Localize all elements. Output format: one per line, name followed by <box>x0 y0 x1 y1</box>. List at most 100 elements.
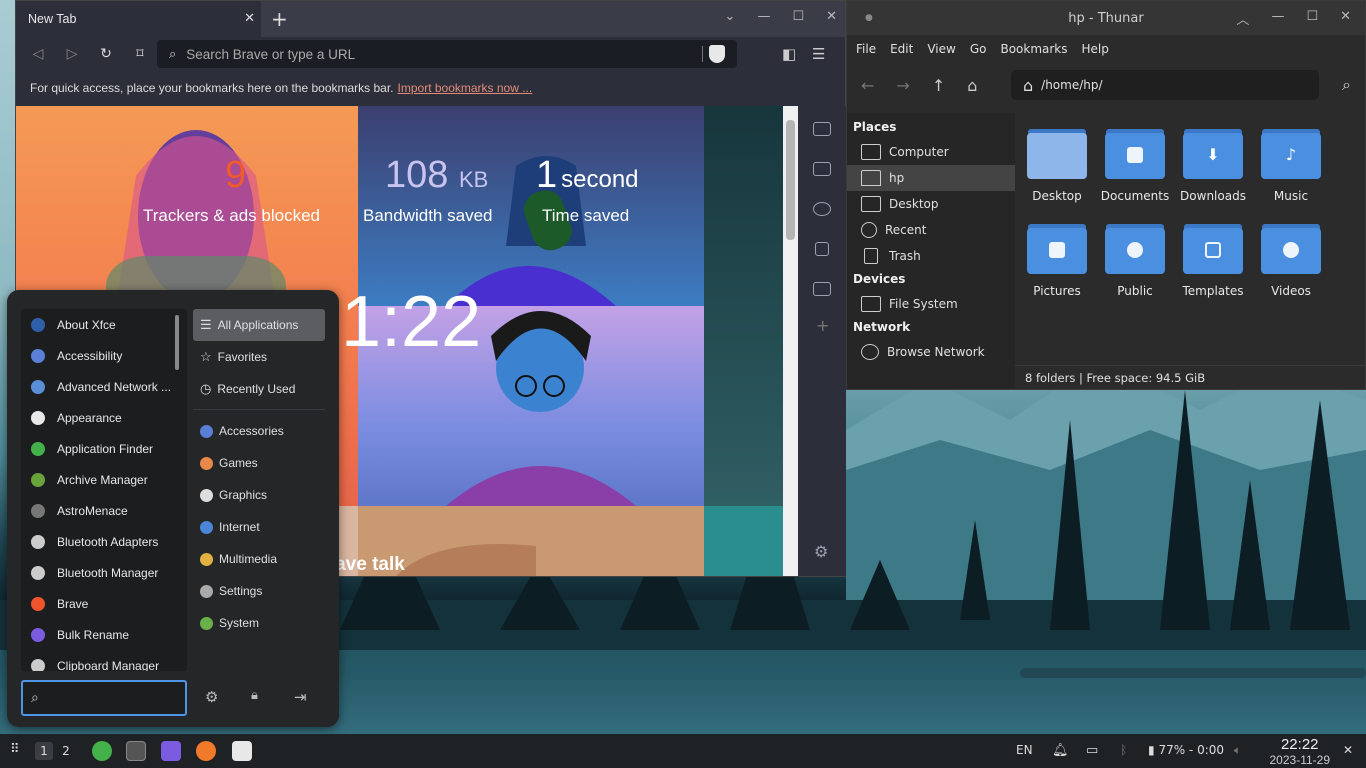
tab-new-tab[interactable]: New Tab ✕ <box>16 1 261 37</box>
sidebar-item-browse-network[interactable]: Browse Network <box>847 339 1015 365</box>
app-item[interactable]: AstroMenace <box>21 495 187 526</box>
close-session-x-icon[interactable]: ✕ <box>1343 743 1353 757</box>
settings-gear-icon[interactable]: ⚙ <box>205 688 218 706</box>
terminal-icon[interactable] <box>126 741 146 761</box>
app-finder-icon[interactable] <box>92 741 112 761</box>
app-item[interactable]: Appearance <box>21 402 187 433</box>
folder-documents[interactable]: Documents <box>1096 133 1174 203</box>
sidebar-item-hp[interactable]: hp <box>847 165 1015 191</box>
notification-bell-icon[interactable]: 🔔︎ <box>1052 743 1069 758</box>
import-bookmarks-link[interactable]: Import bookmarks now ... <box>398 81 533 95</box>
sidebar-item-computer[interactable]: Computer <box>847 139 1015 165</box>
app-list-scrollbar[interactable] <box>175 315 179 370</box>
sidebar-item-desktop[interactable]: Desktop <box>847 191 1015 217</box>
app-item[interactable]: Archive Manager <box>21 464 187 495</box>
log-out-icon[interactable]: ⇥ <box>294 688 307 706</box>
workspace-2[interactable]: 2 <box>57 742 75 760</box>
battery-indicator[interactable]: ▮ 77% - 0:00 <box>1148 743 1224 757</box>
menu-edit[interactable]: Edit <box>890 42 913 56</box>
folder-public[interactable]: Public <box>1096 228 1174 298</box>
close-tab-icon[interactable]: ✕ <box>244 11 255 26</box>
app-item[interactable]: Bluetooth Adapters <box>21 526 187 557</box>
page-scrollbar[interactable] <box>783 106 798 576</box>
category-settings[interactable]: Settings <box>193 575 325 607</box>
sidebar-toggle-icon[interactable]: ◧ <box>782 45 796 63</box>
category-multimedia[interactable]: Multimedia <box>193 543 325 575</box>
brave-shields-icon[interactable] <box>709 45 725 63</box>
category-accessories[interactable]: Accessories <box>193 415 325 447</box>
maximize-icon[interactable]: ☐ <box>792 9 804 24</box>
brave-talk-icon[interactable] <box>813 122 831 136</box>
app-item[interactable]: About Xfce <box>21 309 187 340</box>
keyboard-layout[interactable]: EN <box>1016 743 1033 757</box>
new-tab-plus-icon[interactable]: + <box>271 9 288 29</box>
add-sidebar-item-icon[interactable]: + <box>816 316 829 335</box>
folder-downloads[interactable]: ⬇ Downloads <box>1174 133 1252 203</box>
display-icon[interactable]: ▭ <box>1086 743 1098 758</box>
workspace-1[interactable]: 1 <box>35 742 53 760</box>
folder-templates[interactable]: Templates <box>1174 228 1252 298</box>
shade-icon[interactable]: ︿ <box>1236 9 1249 28</box>
sidebar-item-file-system[interactable]: File System <box>847 291 1015 317</box>
app-item[interactable]: Advanced Network ... <box>21 371 187 402</box>
sidebar-item-recent[interactable]: Recent <box>847 217 1015 243</box>
up-arrow-icon[interactable]: ↑ <box>932 76 945 95</box>
folder-music[interactable]: ♪ Music <box>1252 133 1330 203</box>
category-all-applications[interactable]: ☰ All Applications <box>193 309 325 341</box>
sidebar-item-trash[interactable]: Trash <box>847 243 1015 269</box>
category-games[interactable]: Games <box>193 447 325 479</box>
app-item[interactable]: Clipboard Manager <box>21 650 187 671</box>
sidebar-settings-gear-icon[interactable]: ⚙ <box>814 542 828 561</box>
file-manager-icon[interactable] <box>161 741 181 761</box>
menu-go[interactable]: Go <box>970 42 987 56</box>
forward-icon[interactable]: ▷ <box>64 46 80 62</box>
maximize-icon[interactable]: ☐ <box>1306 9 1318 28</box>
close-window-icon[interactable]: ✕ <box>1340 9 1351 28</box>
category-favorites[interactable]: ☆ Favorites <box>193 341 325 373</box>
reload-icon[interactable]: ↻ <box>98 46 114 62</box>
category-internet[interactable]: Internet <box>193 511 325 543</box>
category-system[interactable]: System <box>193 607 325 639</box>
url-input[interactable] <box>186 46 667 62</box>
back-arrow-icon[interactable]: ← <box>861 76 874 95</box>
clock[interactable]: 22:22 2023-11-29 <box>1270 736 1331 767</box>
minimize-icon[interactable]: — <box>1271 9 1284 28</box>
lock-screen-icon[interactable]: 🔒︎ <box>251 688 258 703</box>
menu-bookmarks[interactable]: Bookmarks <box>1000 42 1067 56</box>
home-icon[interactable]: ⌂ <box>967 76 977 95</box>
window-menu-dot-icon[interactable]: ● <box>865 13 873 23</box>
menu-file[interactable]: File <box>856 42 876 56</box>
menu-search-field[interactable]: ⌕ <box>21 680 187 716</box>
wallet-icon[interactable] <box>813 162 831 176</box>
tab-list-chevron-icon[interactable]: ⌄ <box>725 9 736 24</box>
app-item[interactable]: Bluetooth Manager <box>21 557 187 588</box>
reading-list-icon[interactable] <box>813 282 831 296</box>
forward-arrow-icon[interactable]: → <box>896 76 909 95</box>
firefox-icon[interactable] <box>196 741 216 761</box>
menu-help[interactable]: Help <box>1082 42 1109 56</box>
hamburger-menu-icon[interactable]: ☰ <box>812 45 825 63</box>
app-menu-grid-icon[interactable]: ⠿ <box>10 742 20 757</box>
minimize-icon[interactable]: — <box>757 9 770 24</box>
location-bar[interactable]: ⌂ <box>1011 70 1319 100</box>
back-icon[interactable]: ◁ <box>30 46 46 62</box>
menu-search-input[interactable] <box>44 690 165 706</box>
folder-videos[interactable]: Videos <box>1252 228 1330 298</box>
address-bar[interactable]: ⌕ <box>157 40 737 68</box>
settings-app-icon[interactable] <box>232 741 252 761</box>
path-input[interactable] <box>1041 78 1302 92</box>
folder-desktop[interactable]: Desktop <box>1018 133 1096 203</box>
app-item[interactable]: Accessibility <box>21 340 187 371</box>
close-window-icon[interactable]: ✕ <box>826 9 837 24</box>
bookmark-icon[interactable]: ⌑ <box>132 46 148 62</box>
leo-ai-icon[interactable] <box>813 202 831 216</box>
bluetooth-icon[interactable]: ᛒ <box>1120 743 1127 757</box>
search-icon[interactable]: ⌕ <box>1342 75 1351 95</box>
app-item[interactable]: Brave <box>21 588 187 619</box>
folder-pictures[interactable]: Pictures <box>1018 228 1096 298</box>
app-item[interactable]: Bulk Rename <box>21 619 187 650</box>
menu-view[interactable]: View <box>927 42 955 56</box>
scrollbar-thumb[interactable] <box>786 120 795 240</box>
volume-icon[interactable]: 🔈︎ <box>1234 743 1241 758</box>
bookmarks-panel-icon[interactable] <box>815 242 829 256</box>
